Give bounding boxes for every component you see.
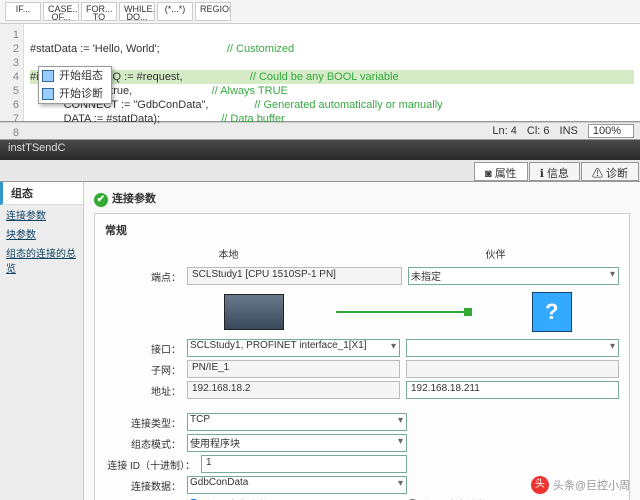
window-title: instTSendC	[0, 140, 640, 160]
ctx-start-diag[interactable]: 开始诊断	[39, 85, 111, 103]
code-editor[interactable]: 12345678 开始组态 开始诊断 #statData := 'Hello, …	[0, 24, 640, 122]
ctx-start-config[interactable]: 开始组态	[39, 67, 111, 85]
side-item-conn-overview[interactable]: 组态的连接的总览	[0, 243, 83, 277]
group-general: 常规 本地 伙伴 端点： SCLStudy1 [CPU 1510SP-1 PN]…	[94, 213, 630, 500]
group-title-general: 常规	[105, 222, 619, 238]
side-item-conn-params[interactable]: 连接参数	[0, 205, 83, 224]
label-config-mode: 组态模式：	[105, 436, 181, 451]
endpoint-partner-select[interactable]: 未指定	[408, 267, 619, 285]
local-device-image	[187, 292, 322, 332]
diag-icon	[42, 88, 54, 100]
context-menu: 开始组态 开始诊断	[38, 66, 112, 104]
content-pane: ✔连接参数 常规 本地 伙伴 端点： SCLStudy1 [CPU 1510SP…	[84, 182, 640, 500]
partner-device-image: ?	[484, 292, 619, 332]
code-body[interactable]: 开始组态 开始诊断 #statData := 'Hello, World'; /…	[24, 24, 640, 121]
snippet-while[interactable]: WHILE... DO...	[119, 2, 155, 21]
connection-line	[336, 311, 471, 313]
conn-type-select[interactable]: TCP	[187, 413, 407, 431]
conn-data-select[interactable]: GdbConData	[187, 476, 407, 494]
snippet-toolbar: IF... CASE... OF... FOR... TO DO... WHIL…	[0, 0, 640, 24]
label-subnet: 子网：	[105, 362, 181, 377]
snippet-for[interactable]: FOR... TO DO...	[81, 2, 117, 21]
tab-properties[interactable]: ◙ 属性	[474, 162, 528, 181]
check-icon: ✔	[94, 193, 108, 207]
interface-local-select[interactable]: SCLStudy1, PROFINET interface_1[X1]	[187, 339, 400, 357]
config-icon	[42, 70, 54, 82]
label-address: 地址：	[105, 383, 181, 398]
label-conn-type: 连接类型：	[105, 415, 181, 430]
subnet-local: PN/IE_1	[187, 360, 400, 378]
label-conn-data: 连接数据：	[105, 478, 181, 493]
tab-diagnostics[interactable]: ⚠ 诊断	[581, 162, 639, 181]
address-local: 192.168.18.2	[187, 381, 400, 399]
address-partner-input[interactable]: 192.168.18.211	[406, 381, 619, 399]
snippet-case[interactable]: CASE... OF...	[43, 2, 79, 21]
label-interface: 接口：	[105, 341, 181, 356]
property-tabs: ◙ 属性 ℹ 信息 ⚠ 诊断	[0, 160, 640, 182]
snippet-region[interactable]: REGION	[195, 2, 231, 21]
subnet-partner	[406, 360, 619, 378]
label-conn-id: 连接 ID（十进制）：	[105, 457, 195, 472]
snippet-comment[interactable]: (*...*)	[157, 2, 193, 21]
col-header-local: 本地	[105, 246, 352, 261]
side-item-block-params[interactable]: 块参数	[0, 224, 83, 243]
snippet-if[interactable]: IF...	[5, 2, 41, 21]
side-tab-config[interactable]: 组态	[0, 182, 83, 205]
tab-info[interactable]: ℹ 信息	[529, 162, 580, 181]
side-nav: 组态 连接参数 块参数 组态的连接的总览	[0, 182, 84, 500]
config-mode-select[interactable]: 使用程序块	[187, 434, 407, 452]
conn-id-input[interactable]: 1	[201, 455, 407, 473]
col-header-partner: 伙伴	[372, 246, 619, 261]
interface-partner-select[interactable]	[406, 339, 619, 357]
line-gutter: 12345678	[0, 24, 24, 121]
section-title: ✔连接参数	[94, 190, 630, 207]
endpoint-local: SCLStudy1 [CPU 1510SP-1 PN]	[187, 267, 402, 285]
label-endpoint: 端点：	[105, 269, 181, 284]
